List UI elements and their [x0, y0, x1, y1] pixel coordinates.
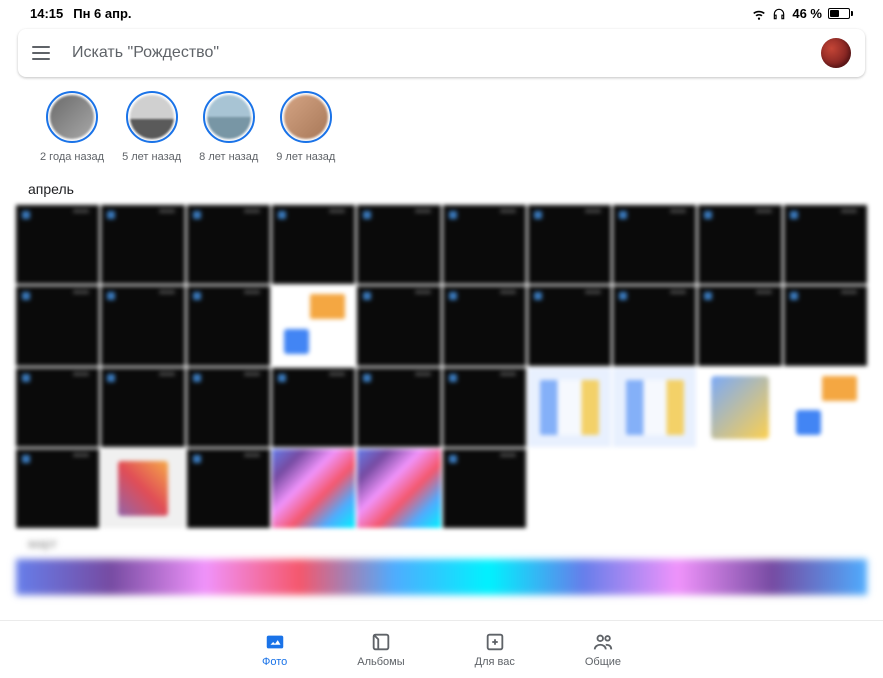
battery-icon	[828, 8, 853, 19]
photo-thumb[interactable]	[101, 368, 184, 447]
for-you-icon	[484, 631, 506, 653]
photo-thumb[interactable]	[784, 205, 867, 284]
photo-thumb[interactable]	[16, 286, 99, 365]
photo-thumb[interactable]	[187, 449, 270, 528]
photo-thumb[interactable]	[101, 205, 184, 284]
photo-thumb[interactable]	[357, 205, 440, 284]
memories-row: 2 года назад 5 лет назад 8 лет назад 9 л…	[0, 87, 883, 171]
photo-thumb[interactable]	[698, 368, 781, 447]
photo-thumb[interactable]	[16, 205, 99, 284]
memory-label: 5 лет назад	[122, 151, 181, 163]
sharing-icon	[592, 631, 614, 653]
photo-thumb[interactable]	[698, 286, 781, 365]
headphones-icon	[772, 7, 786, 21]
status-time: 14:15	[30, 6, 63, 21]
nav-label: Общие	[585, 656, 621, 668]
photo-row[interactable]	[16, 559, 867, 595]
nav-label: Фото	[262, 656, 287, 668]
photo-thumb[interactable]	[101, 286, 184, 365]
photo-thumb	[528, 449, 611, 528]
photo-thumb[interactable]	[784, 368, 867, 447]
nav-photos[interactable]: Фото	[262, 631, 287, 668]
memory-item[interactable]: 8 лет назад	[199, 91, 258, 163]
photo-thumb[interactable]	[101, 449, 184, 528]
nav-label: Альбомы	[357, 656, 404, 668]
nav-for-you[interactable]: Для вас	[475, 631, 515, 668]
photo-thumb[interactable]	[698, 205, 781, 284]
photo-thumb[interactable]	[187, 368, 270, 447]
photo-thumb[interactable]	[357, 368, 440, 447]
nav-label: Для вас	[475, 656, 515, 668]
section-month: апрель	[0, 171, 883, 205]
search-input[interactable]: Искать "Рождество"	[72, 44, 821, 62]
photo-thumb	[613, 449, 696, 528]
memory-item[interactable]: 5 лет назад	[122, 91, 181, 163]
memory-item[interactable]: 9 лет назад	[276, 91, 335, 163]
memory-item[interactable]: 2 года назад	[40, 91, 104, 163]
photo-thumb[interactable]	[16, 449, 99, 528]
photo-thumb	[698, 449, 781, 528]
photo-thumb[interactable]	[16, 368, 99, 447]
photo-thumb[interactable]	[528, 205, 611, 284]
photo-thumb[interactable]	[613, 286, 696, 365]
photo-thumb[interactable]	[272, 449, 355, 528]
wifi-icon	[752, 7, 766, 21]
memory-label: 9 лет назад	[276, 151, 335, 163]
search-bar[interactable]: Искать "Рождество"	[18, 29, 865, 77]
battery-percent: 46 %	[792, 6, 822, 21]
photo-thumb[interactable]	[357, 286, 440, 365]
status-date: Пн 6 апр.	[73, 6, 131, 21]
photo-thumb[interactable]	[613, 368, 696, 447]
memory-label: 8 лет назад	[199, 151, 258, 163]
photo-thumb[interactable]	[784, 286, 867, 365]
photo-grid	[0, 205, 883, 528]
photo-thumb[interactable]	[443, 286, 526, 365]
photo-thumb[interactable]	[357, 449, 440, 528]
photo-thumb[interactable]	[272, 286, 355, 365]
nav-albums[interactable]: Альбомы	[357, 631, 404, 668]
photo-thumb	[784, 449, 867, 528]
status-bar: 14:15 Пн 6 апр. 46 %	[0, 0, 883, 25]
memory-label: 2 года назад	[40, 151, 104, 163]
photo-thumb[interactable]	[443, 205, 526, 284]
photo-thumb[interactable]	[272, 205, 355, 284]
photo-thumb[interactable]	[272, 368, 355, 447]
bottom-nav: Фото Альбомы Для вас Общие	[0, 620, 883, 678]
albums-icon	[370, 631, 392, 653]
account-avatar[interactable]	[821, 38, 851, 68]
photos-icon	[264, 631, 286, 653]
photo-thumb[interactable]	[187, 286, 270, 365]
photo-thumb[interactable]	[187, 205, 270, 284]
photo-thumb[interactable]	[443, 449, 526, 528]
photo-thumb[interactable]	[613, 205, 696, 284]
photo-thumb[interactable]	[443, 368, 526, 447]
photo-thumb[interactable]	[528, 286, 611, 365]
photo-thumb[interactable]	[528, 368, 611, 447]
menu-icon[interactable]	[32, 46, 50, 60]
section-next: март	[0, 528, 883, 559]
nav-sharing[interactable]: Общие	[585, 631, 621, 668]
